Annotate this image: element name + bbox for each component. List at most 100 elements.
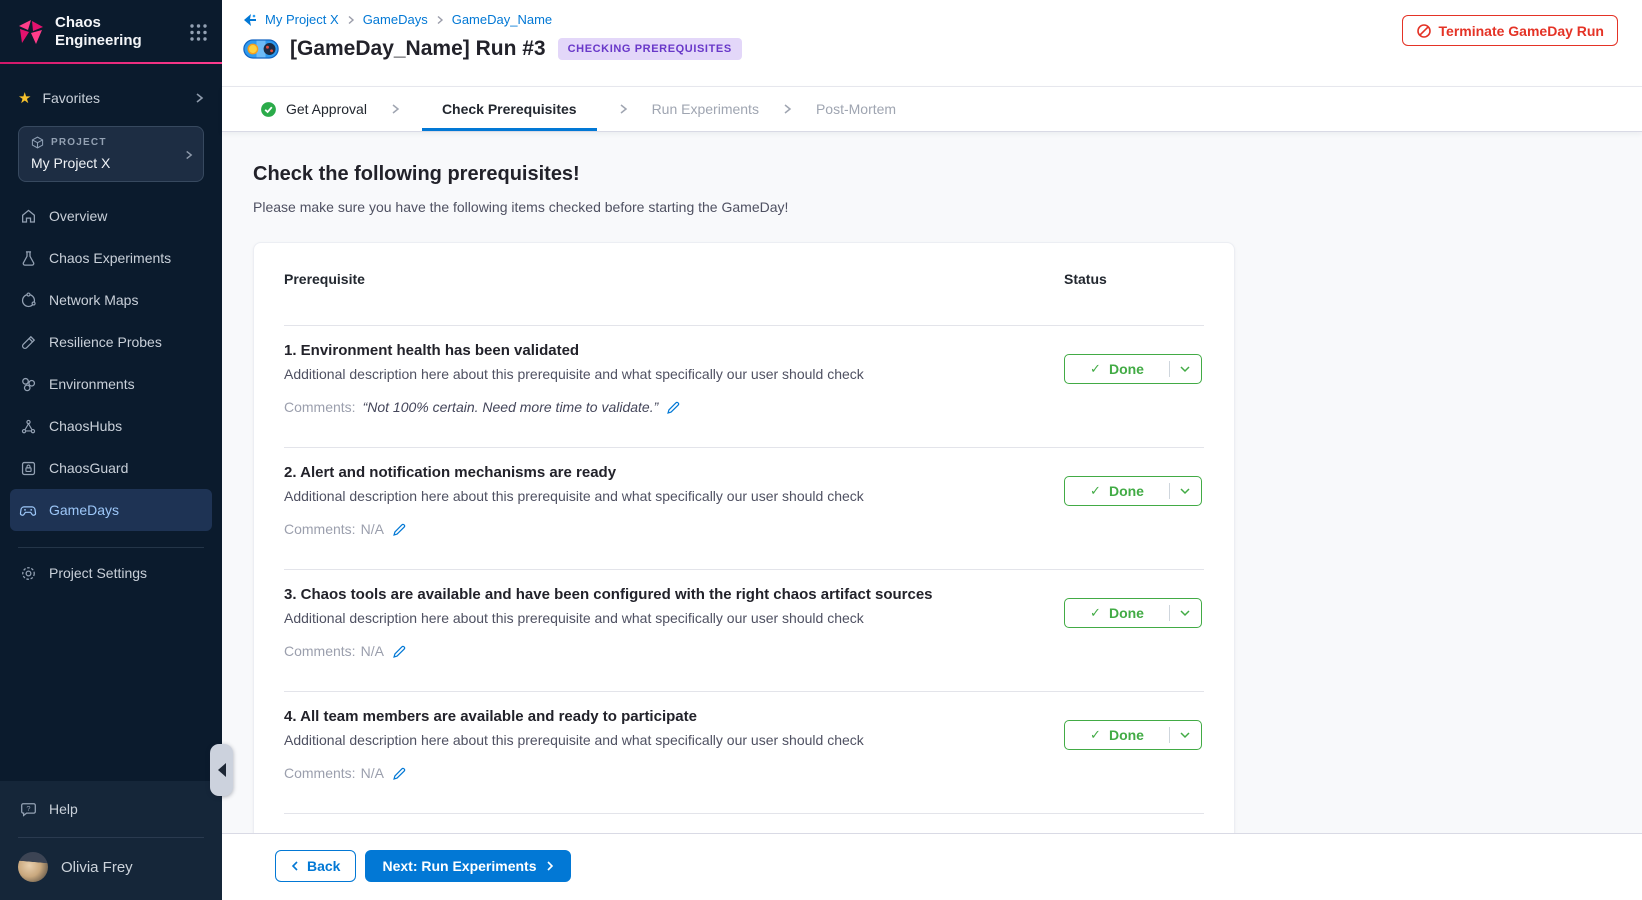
sidebar-item-project-settings[interactable]: Project Settings: [0, 552, 222, 594]
sidebar-item-label: GameDays: [49, 502, 119, 518]
button-divider: [1169, 361, 1170, 377]
chevron-down-icon[interactable]: [1179, 731, 1191, 739]
sidebar-item-label: ChaosGuard: [49, 460, 128, 476]
next-run-experiments-button[interactable]: Next: Run Experiments: [365, 850, 570, 882]
wizard-footer: Back Next: Run Experiments: [222, 833, 1642, 900]
chevron-right-icon: [184, 149, 193, 161]
favorites-label: Favorites: [42, 90, 100, 106]
comment-text: N/A: [361, 643, 384, 659]
chevron-left-icon: [218, 763, 226, 777]
brand-divider: [0, 62, 222, 64]
sidebar-item-help[interactable]: ? Help: [0, 781, 222, 837]
button-divider: [1169, 605, 1170, 621]
button-divider: [1169, 483, 1170, 499]
sidebar-item-label: Chaos Experiments: [49, 250, 171, 266]
breadcrumb-link-gamedays[interactable]: GameDays: [363, 12, 428, 27]
tab-check-prerequisites[interactable]: Check Prerequisites: [422, 87, 597, 131]
content-body: Check the following prerequisites! Pleas…: [222, 132, 1642, 900]
prerequisite-description: Additional description here about this p…: [284, 610, 1034, 626]
edit-comment-icon[interactable]: [392, 766, 407, 781]
tab-run-experiments[interactable]: Run Experiments: [650, 87, 761, 131]
prerequisite-description: Additional description here about this p…: [284, 488, 1034, 504]
environments-icon: [19, 376, 37, 393]
chevron-down-icon[interactable]: [1179, 365, 1191, 373]
check-icon: ✓: [1090, 605, 1101, 621]
edit-comment-icon[interactable]: [392, 522, 407, 537]
status-dropdown-button[interactable]: ✓ Done: [1064, 476, 1202, 506]
cube-icon: [31, 136, 44, 149]
chaos-engineering-logo: [16, 17, 46, 47]
gear-icon: [19, 565, 37, 582]
sidebar-item-network-maps[interactable]: Network Maps: [0, 279, 222, 321]
sidebar-item-label: Network Maps: [49, 292, 138, 308]
prohibit-icon: [1416, 23, 1432, 39]
status-value: Done: [1109, 605, 1144, 621]
hub-icon: [19, 418, 37, 435]
sidebar-item-label: Overview: [49, 208, 107, 224]
prerequisite-description: Additional description here about this p…: [284, 366, 1034, 382]
status-value: Done: [1109, 361, 1144, 377]
chevron-down-icon[interactable]: [1179, 487, 1191, 495]
sidebar-item-environments[interactable]: Environments: [0, 363, 222, 405]
tab-label: Post-Mortem: [816, 101, 896, 117]
terminate-gameday-run-button[interactable]: Terminate GameDay Run: [1402, 15, 1618, 46]
sidebar-item-resilience-probes[interactable]: Resilience Probes: [0, 321, 222, 363]
app-root: Chaos Engineering ★ Favorites PROJECT My…: [0, 0, 1642, 900]
probe-icon: [19, 334, 37, 351]
tab-get-approval[interactable]: Get Approval: [258, 87, 369, 131]
page-title: [GameDay_Name] Run #3: [290, 37, 546, 61]
sidebar-collapse-handle[interactable]: [210, 744, 233, 796]
comments-label: Comments:: [284, 765, 356, 781]
tab-label: Run Experiments: [652, 101, 759, 117]
table-row: 1. Environment health has been validated…: [284, 326, 1204, 448]
avatar: [18, 852, 48, 882]
project-selector[interactable]: PROJECT My Project X: [18, 126, 204, 182]
comment-text: “Not 100% certain. Need more time to val…: [363, 399, 659, 415]
comments-label: Comments:: [284, 399, 356, 415]
breadcrumb-link-gameday-name[interactable]: GameDay_Name: [452, 12, 552, 27]
breadcrumb-link-project[interactable]: My Project X: [265, 12, 339, 27]
sidebar-item-label: Environments: [49, 376, 135, 392]
back-button[interactable]: Back: [275, 850, 356, 882]
sidebar-item-overview[interactable]: Overview: [0, 195, 222, 237]
gamepad-icon: [19, 502, 37, 519]
chevron-right-icon: [783, 87, 792, 131]
chevron-right-icon: [347, 15, 355, 25]
home-icon: [19, 208, 37, 225]
tab-label: Get Approval: [286, 101, 367, 117]
edit-comment-icon[interactable]: [392, 644, 407, 659]
edit-comment-icon[interactable]: [666, 400, 681, 415]
tab-post-mortem[interactable]: Post-Mortem: [814, 87, 898, 131]
app-title: Chaos Engineering: [55, 14, 155, 50]
svg-text:?: ?: [26, 803, 30, 812]
check-icon: ✓: [1090, 483, 1101, 499]
prerequisite-title: 2. Alert and notification mechanisms are…: [284, 464, 1034, 481]
chevron-right-icon: [391, 87, 400, 131]
project-label: PROJECT: [51, 137, 107, 148]
status-value: Done: [1109, 727, 1144, 743]
terminate-label: Terminate GameDay Run: [1439, 23, 1604, 39]
sidebar-item-chaos-experiments[interactable]: Chaos Experiments: [0, 237, 222, 279]
user-menu[interactable]: Olivia Frey: [0, 838, 222, 900]
comment-text: N/A: [361, 765, 384, 781]
sidebar-item-chaosguard[interactable]: ChaosGuard: [0, 447, 222, 489]
sidebar-divider: [18, 547, 204, 548]
user-name: Olivia Frey: [61, 859, 133, 876]
status-value: Done: [1109, 483, 1144, 499]
main-area: My Project X GameDays GameDay_Name [Game…: [222, 0, 1642, 900]
chevron-down-icon[interactable]: [1179, 609, 1191, 617]
check-icon: ✓: [1090, 727, 1101, 743]
sidebar-item-label: ChaosHubs: [49, 418, 122, 434]
sidebar-item-favorites[interactable]: ★ Favorites: [0, 86, 222, 110]
comments-label: Comments:: [284, 643, 356, 659]
status-dropdown-button[interactable]: ✓ Done: [1064, 598, 1202, 628]
sidebar-item-label: Help: [49, 801, 78, 817]
sidebar-item-gamedays[interactable]: GameDays: [10, 489, 212, 531]
check-circle-icon: [260, 101, 277, 118]
prerequisite-title: 4. All team members are available and re…: [284, 708, 1034, 725]
status-dropdown-button[interactable]: ✓ Done: [1064, 720, 1202, 750]
apps-grid-icon[interactable]: [189, 23, 208, 42]
table-row: 2. Alert and notification mechanisms are…: [284, 448, 1204, 570]
status-dropdown-button[interactable]: ✓Done: [1064, 354, 1202, 384]
sidebar-item-chaoshubs[interactable]: ChaosHubs: [0, 405, 222, 447]
